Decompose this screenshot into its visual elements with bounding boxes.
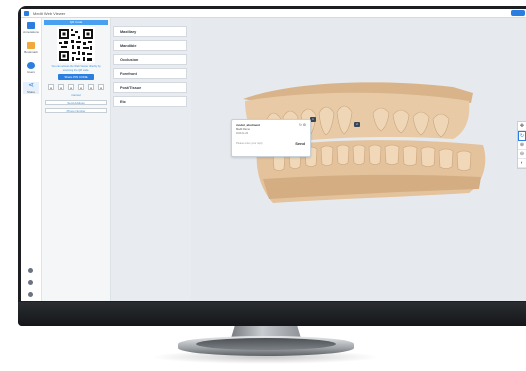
settings-icon[interactable]: ⚙	[303, 123, 306, 127]
nav-label: Bookmark	[24, 50, 38, 54]
pin-digit[interactable]: ●	[58, 84, 64, 90]
nav-label: Users	[27, 70, 35, 74]
comment-title: model_abutment	[236, 123, 261, 127]
settings-icon[interactable]	[28, 268, 33, 273]
nav-label: Share	[26, 90, 35, 94]
pin-code-field[interactable]: ● ● ● ● ● ●	[48, 84, 104, 90]
qr-instructions: You can access the Web Viewer directly b…	[51, 65, 101, 72]
pin-digit[interactable]: ●	[68, 84, 74, 90]
pin-digit[interactable]: ●	[78, 84, 84, 90]
pan-icon[interactable]: ✥	[518, 122, 526, 131]
view-toolbar: ✥ ↻ ⊕ ⊖ ◐	[517, 121, 526, 169]
qr-header[interactable]: QR Code	[44, 20, 108, 25]
phone-number-button[interactable]: Phone Number	[45, 108, 107, 113]
zoom-in-icon[interactable]: ⊕	[518, 141, 526, 150]
annotation-icon	[27, 22, 35, 29]
menu-item-mandible[interactable]: Mandible	[113, 40, 187, 51]
comment-author: Medit Demo	[236, 128, 250, 131]
home-icon[interactable]	[28, 280, 33, 285]
zoom-out-icon[interactable]: ⊖	[518, 150, 526, 159]
rotate-icon[interactable]: ↻	[518, 131, 526, 141]
app-title: Medit Web Viewer	[33, 10, 66, 16]
share-pin-button[interactable]: Share PIN CODE	[58, 74, 94, 80]
monitor-stand-base-inner	[196, 338, 336, 350]
nav-item-share[interactable]: ⋖ Share	[23, 82, 39, 94]
pin-digit[interactable]: ●	[98, 84, 104, 90]
menu-item-occlusion[interactable]: Occlusion	[113, 54, 187, 65]
menu-item-post-tissue[interactable]: Post/Tissue	[113, 82, 187, 93]
popup-actions: ↻ ⚙	[299, 123, 306, 127]
model-menu: Maxillary Mandible Occlusion Forefront P…	[113, 26, 187, 110]
share-icon: ⋖	[28, 82, 34, 89]
pin-digit[interactable]: ●	[88, 84, 94, 90]
menu-item-etc[interactable]: Etc	[113, 96, 187, 107]
share-panel: QR Code You can access the Web Viewer di…	[42, 18, 111, 301]
cancel-link[interactable]: Cancel	[62, 93, 90, 97]
comment-popup: model_abutment ↻ ⚙ Medit Demo 2019-11-20…	[231, 119, 311, 157]
color-icon[interactable]: ◐	[518, 159, 526, 168]
users-icon	[27, 62, 35, 69]
send-button[interactable]: Send	[295, 141, 305, 146]
refresh-icon[interactable]: ↻	[299, 123, 302, 127]
annotation-marker[interactable]: 2	[354, 122, 360, 127]
qr-code	[57, 27, 95, 63]
pin-digit[interactable]: ●	[48, 84, 54, 90]
menu-item-forefront[interactable]: Forefront	[113, 68, 187, 79]
menu-item-maxillary[interactable]: Maxillary	[113, 26, 187, 37]
title-bar: Medit Web Viewer	[21, 9, 526, 18]
left-nav: Annotations Bookmark Users ⋖ Share	[21, 18, 42, 301]
nav-item-bookmark[interactable]: Bookmark	[23, 42, 39, 54]
bookmark-icon	[27, 42, 35, 49]
window-controls-button[interactable]	[511, 10, 525, 16]
monitor-chin	[18, 302, 526, 326]
send-address-button[interactable]: Send Address	[45, 100, 107, 105]
monitor-screen: Medit Web Viewer Annotations Bookmark Us…	[21, 9, 526, 301]
nav-label: Annotations	[23, 30, 39, 34]
help-icon[interactable]	[28, 292, 33, 297]
nav-item-users[interactable]: Users	[23, 62, 39, 74]
qr-code-graphic	[59, 29, 93, 61]
app-logo-icon	[24, 10, 29, 16]
comment-date: 2019-11-20	[236, 132, 249, 135]
reply-input[interactable]: Please enter your reply	[236, 142, 263, 145]
nav-item-annotations[interactable]: Annotations	[23, 22, 39, 34]
